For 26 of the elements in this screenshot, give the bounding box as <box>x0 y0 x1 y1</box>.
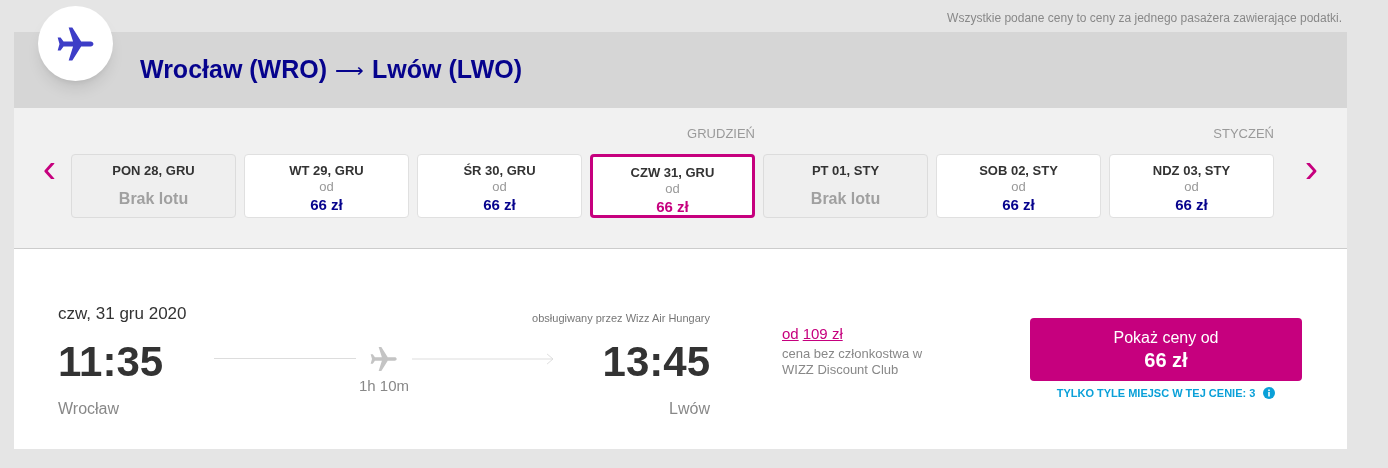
month-label: STYCZEŃ <box>1213 126 1274 142</box>
arrival-city: Lwów <box>669 399 710 419</box>
date-card[interactable]: WT 29, GRU od 66 zł <box>244 154 409 218</box>
month-label: GRUDZIEŃ <box>687 126 755 142</box>
route-arrow: ⟶ <box>335 58 365 83</box>
departure-time: 11:35 <box>58 337 165 388</box>
date-card[interactable]: NDZ 03, STY od 66 zł <box>1109 154 1274 218</box>
flight-duration: 1h 10m <box>358 375 409 396</box>
membership-note: cena bez członkostwa w WIZZ Discount Club <box>782 345 924 378</box>
date-card[interactable]: PT 01, STY Brak lotu <box>763 154 928 218</box>
date-card[interactable]: PON 28, GRU Brak lotu <box>71 154 236 218</box>
date-card[interactable]: CZW 31, GRU od 66 zł <box>590 154 755 218</box>
date-card[interactable]: SOB 02, STY od 66 zł <box>936 154 1101 218</box>
tax-notice: Wszystkie podane ceny to ceny za jednego pasażera zawierające podatki. <box>947 10 1342 27</box>
destination-label: Lwów (LWO) <box>372 54 522 86</box>
departure-city: Wrocław <box>58 399 120 419</box>
origin-label: Wrocław (WRO) <box>140 54 328 86</box>
operator-note: obsługiwany przez Wizz Air Hungary <box>532 311 710 326</box>
arrival-time: 13:45 <box>601 337 710 388</box>
regular-from-link[interactable]: od <box>782 323 799 346</box>
seats-left-note: TYLKO TYLE MIEJSC W TEJ CENIE: 3 <box>1056 386 1256 401</box>
show-prices-button[interactable]: Pokaż ceny od 66 zł <box>1030 318 1302 381</box>
date-card[interactable]: ŚR 30, GRU od 66 zł <box>417 154 582 218</box>
info-icon <box>1263 387 1276 400</box>
regular-price-link[interactable]: 109 zł <box>802 323 843 346</box>
flight-date: czw, 31 gru 2020 <box>58 303 187 325</box>
